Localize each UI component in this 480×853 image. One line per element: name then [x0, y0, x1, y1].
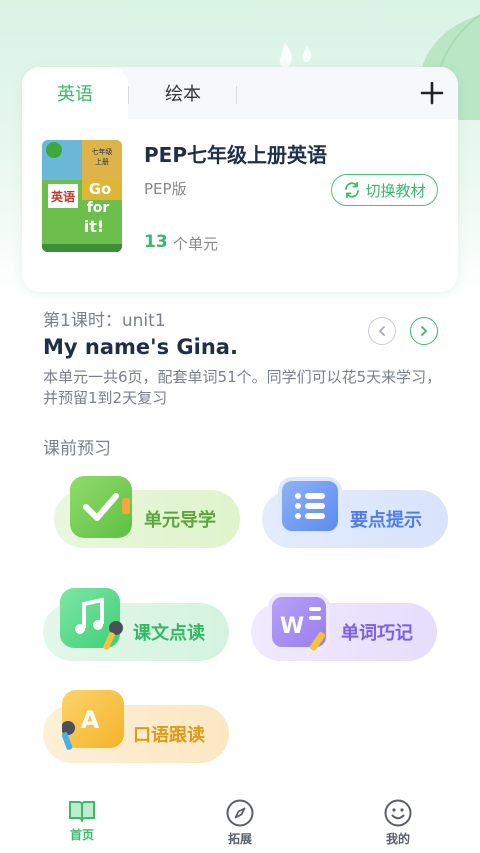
tab-picture-books[interactable]: 绘本	[132, 67, 234, 119]
cover-slogan-1: Go	[89, 180, 112, 198]
book-icon	[69, 801, 95, 822]
previous-lesson-button[interactable]	[368, 317, 396, 345]
cover-slogan-2: for	[87, 200, 110, 216]
water-drops-icon	[279, 42, 312, 68]
unit-count-label: 个单元	[173, 235, 219, 253]
refresh-icon	[345, 181, 360, 199]
speaking-practice-label: 口语跟读	[133, 725, 205, 746]
smiley-icon	[384, 799, 412, 827]
letter-a-icon: A	[61, 690, 124, 750]
tab-picture-books-label: 绘本	[165, 84, 201, 105]
lesson-label: 第1课时：unit1	[43, 311, 166, 331]
nav-explore-label: 拓展	[227, 832, 252, 846]
switch-textbook-label: 切换教材	[365, 181, 426, 200]
nav-home-label: 首页	[69, 828, 94, 842]
book-edition: PEP版	[144, 180, 187, 198]
text-reading-label: 课文点读	[133, 623, 205, 644]
tab-divider	[236, 86, 237, 104]
compass-icon	[226, 799, 254, 827]
tab-bar: 英语 绘本	[22, 67, 458, 119]
tab-divider	[128, 86, 129, 104]
nav-home[interactable]: 首页	[42, 790, 122, 853]
unit-count: 13	[144, 232, 168, 252]
chevron-left-icon	[378, 326, 385, 336]
nav-profile-label: 我的	[385, 832, 410, 846]
word-memory-label: 单词巧记	[341, 623, 413, 644]
textbook-card: 英语 绘本 英语 七年级 上册 Go for it! PEP七年级上册英语 PE…	[22, 67, 458, 292]
plus-icon[interactable]	[418, 79, 446, 107]
cover-grade: 七年级	[92, 147, 113, 156]
section-title: 课前预习	[43, 439, 111, 459]
book-cover-image: 英语 七年级 上册 Go for it!	[42, 140, 122, 252]
cover-subject: 英语	[51, 189, 75, 204]
lesson-title: My name's Gina.	[43, 335, 238, 359]
book-title: PEP七年级上册英语	[144, 143, 327, 167]
checkmark-icon	[70, 476, 132, 538]
nav-explore[interactable]: 拓展	[200, 790, 280, 853]
tab-english-label: 英语	[57, 84, 93, 105]
tab-english[interactable]: 英语	[22, 67, 128, 119]
bottom-navigation: 首页 拓展 我的	[0, 790, 480, 853]
svg-text:W: W	[280, 614, 304, 639]
next-lesson-button[interactable]	[410, 317, 438, 345]
word-w-icon: W	[268, 593, 330, 651]
lesson-description: 本单元一共6页，配套单词51个。同学们可以花5天来学习，并预留1到2天复习	[43, 368, 442, 407]
key-points-label: 要点提示	[350, 510, 422, 531]
list-icon	[278, 477, 342, 535]
unit-guide-label: 单元导学	[144, 510, 216, 531]
cover-slogan-3: it!	[84, 217, 104, 236]
cover-term: 上册	[95, 157, 109, 166]
nav-profile[interactable]: 我的	[358, 790, 438, 853]
music-note-icon	[60, 588, 123, 650]
svg-text:A: A	[81, 706, 100, 734]
switch-textbook-button[interactable]: 切换教材	[331, 174, 438, 206]
chevron-right-icon	[421, 326, 428, 336]
